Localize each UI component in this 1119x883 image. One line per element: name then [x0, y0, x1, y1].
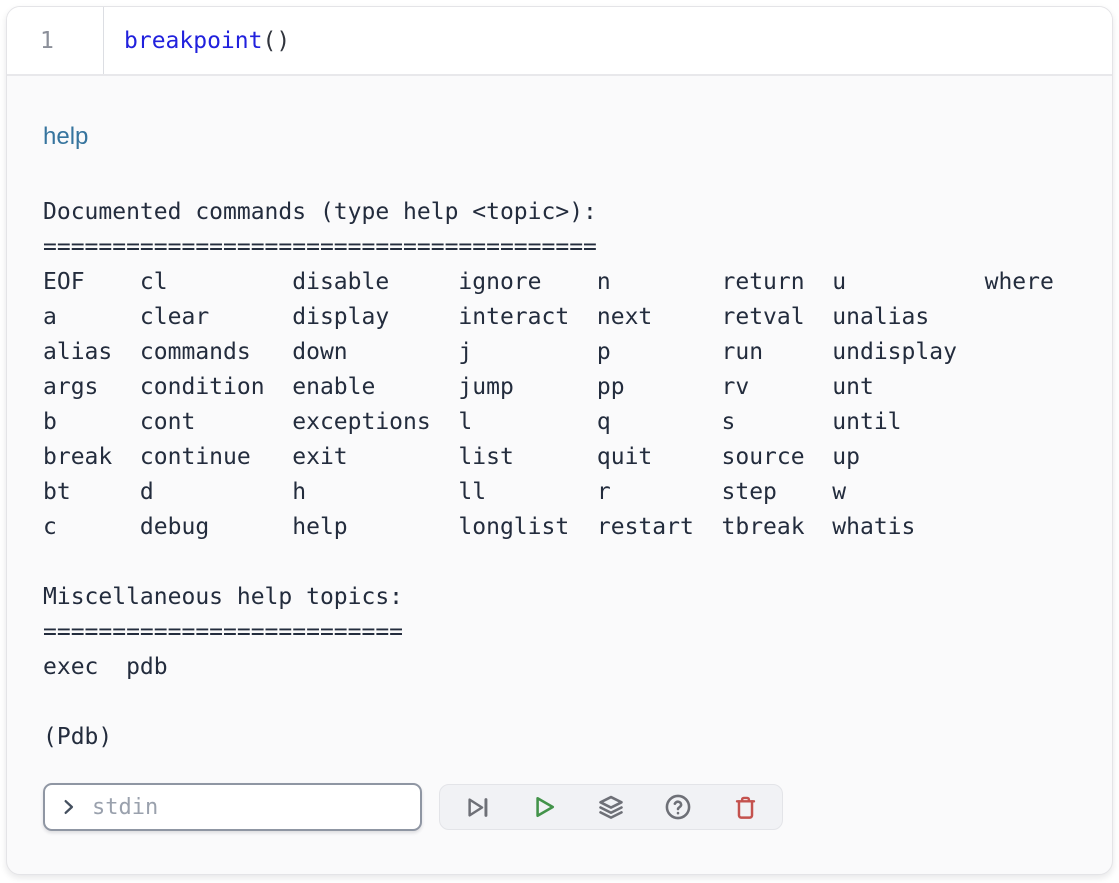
code-token-builtin: breakpoint — [124, 28, 262, 54]
toolbar — [439, 784, 783, 830]
help-button[interactable] — [663, 792, 693, 822]
run-button[interactable] — [529, 792, 559, 822]
trash-icon — [732, 794, 759, 821]
step-forward-button[interactable] — [462, 792, 492, 822]
play-icon — [530, 793, 558, 821]
code-token-parens: () — [262, 28, 290, 54]
chevron-right-icon — [59, 797, 79, 817]
skip-forward-icon — [464, 794, 491, 821]
code-editor: 1 breakpoint() — [7, 7, 1112, 76]
line-number-gutter: 1 — [7, 7, 104, 74]
stdin-inputbox[interactable] — [43, 783, 422, 831]
stdin-input[interactable] — [90, 794, 406, 821]
line-number: 1 — [40, 28, 54, 54]
stack-button[interactable] — [596, 792, 626, 822]
code-line[interactable]: breakpoint() — [104, 7, 1112, 74]
layers-icon — [597, 793, 625, 821]
help-circle-icon — [664, 793, 692, 821]
debugger-panel: 1 breakpoint() help Documented commands … — [6, 6, 1113, 875]
console-output: help Documented commands (type help <top… — [7, 76, 1112, 831]
pdb-output-text: Documented commands (type help <topic>):… — [43, 195, 1076, 755]
clear-button[interactable] — [730, 792, 760, 822]
io-row — [43, 783, 1076, 831]
command-echo: help — [43, 123, 1076, 151]
